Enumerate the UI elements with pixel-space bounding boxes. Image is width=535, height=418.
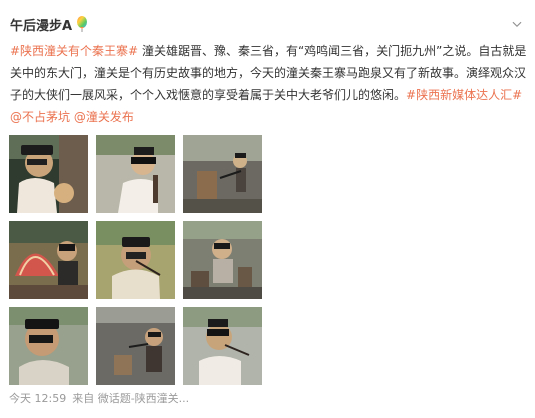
- photo-thumbnail[interactable]: [9, 307, 88, 385]
- image-grid: [9, 135, 262, 385]
- photo-thumbnail[interactable]: [9, 221, 88, 299]
- author-area: 午后漫步A: [10, 15, 88, 34]
- photo-thumbnail[interactable]: [96, 221, 175, 299]
- hashtag-link[interactable]: #陕西新媒体达人汇#: [406, 88, 522, 102]
- post-source[interactable]: 来自 微话题-陕西潼关...: [72, 390, 189, 406]
- hashtag-link[interactable]: #陕西潼关有个秦王寨#: [10, 44, 138, 58]
- photo-thumbnail[interactable]: [183, 221, 262, 299]
- mention-link[interactable]: @不占茅坑: [10, 110, 70, 124]
- chevron-down-icon[interactable]: [509, 16, 525, 32]
- photo-thumbnail[interactable]: [183, 307, 262, 385]
- photo-thumbnail[interactable]: [183, 135, 262, 213]
- post-time: 今天 12:59: [9, 392, 67, 405]
- photo-thumbnail[interactable]: [96, 307, 175, 385]
- photo-thumbnail[interactable]: [9, 135, 88, 213]
- author-name[interactable]: 午后漫步A: [10, 15, 72, 34]
- weibo-post-card: 午后漫步A #陕西潼关有个秦王寨# 潼关雄踞晋、豫、秦三省，有“鸡鸣闻三省，关门…: [0, 0, 535, 418]
- photo-thumbnail[interactable]: [96, 135, 175, 213]
- post-header: 午后漫步A: [10, 12, 525, 36]
- mention-link[interactable]: @潼关发布: [74, 110, 134, 124]
- balloon-icon: [76, 16, 88, 32]
- post-footer: 今天 12:59 来自 微话题-陕西潼关...: [9, 390, 189, 406]
- post-text: #陕西潼关有个秦王寨# 潼关雄踞晋、豫、秦三省，有“鸡鸣闻三省，关门扼九州”之说…: [10, 40, 528, 128]
